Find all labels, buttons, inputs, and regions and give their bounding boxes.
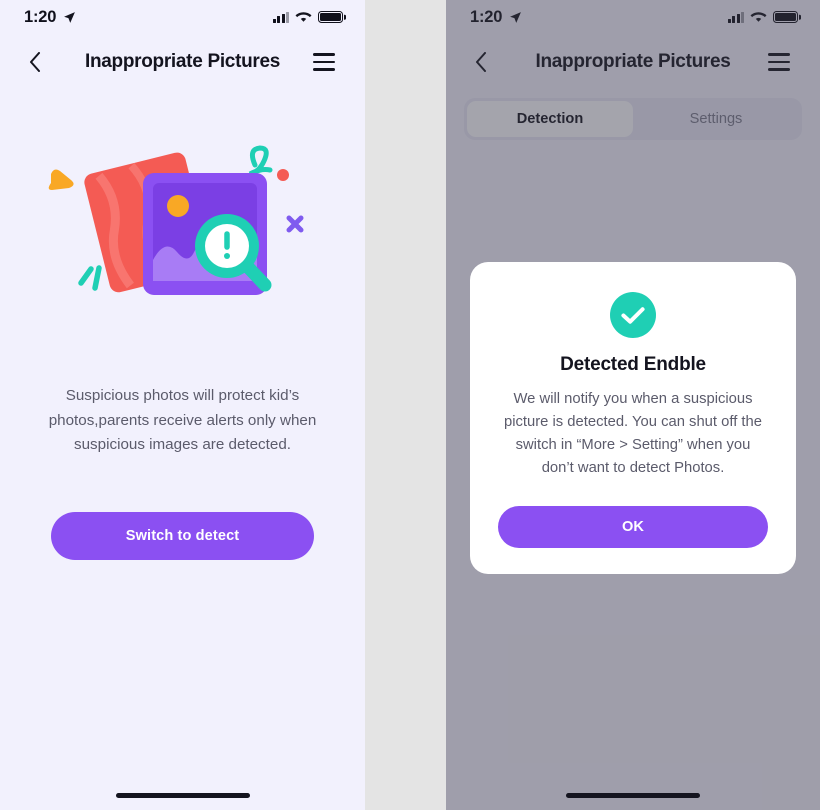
battery-full-icon	[318, 11, 343, 23]
status-time: 1:20	[24, 7, 57, 26]
wifi-icon	[295, 12, 312, 22]
home-indicator	[566, 793, 700, 798]
chevron-left-icon	[30, 52, 40, 72]
page-title: Inappropriate Pictures	[84, 51, 281, 72]
panel-gap	[365, 0, 446, 810]
phone-screen-right: 1:20 Inappropriate Pictures Detection Se…	[446, 0, 820, 810]
ok-button[interactable]: OK	[498, 506, 768, 549]
status-bar: 1:20	[0, 0, 365, 34]
dialog-message: We will notify you when a suspicious pic…	[503, 391, 763, 477]
status-bar-left: 1:20	[24, 8, 76, 27]
home-indicator	[115, 793, 250, 798]
cellular-signal-icon	[272, 11, 289, 23]
back-button[interactable]	[18, 45, 52, 79]
description-text: Suspicious photos will protect kid’s pho…	[48, 387, 317, 454]
check-circle-icon	[610, 292, 656, 338]
detected-enable-dialog: Detected Endble We will notify you when …	[470, 262, 796, 575]
hamburger-menu-icon[interactable]	[313, 47, 343, 77]
suspicious-photo-detection-illustration	[0, 120, 365, 350]
dual-phone-screenshot: 1:20 Inappropriate Pictures Suspicious p…	[0, 0, 820, 810]
dialog-title: Detected Endble	[560, 354, 706, 375]
phone-screen-left: 1:20 Inappropriate Pictures Suspicious p…	[0, 0, 365, 810]
location-arrow-icon	[64, 11, 76, 23]
orange-triangle-shape	[48, 169, 74, 190]
sun-shape	[166, 195, 189, 217]
switch-to-detect-button[interactable]: Switch to detect	[51, 512, 314, 560]
status-bar-right	[272, 11, 343, 23]
red-dot-shape	[276, 169, 289, 181]
nav-bar: Inappropriate Pictures	[0, 34, 365, 90]
